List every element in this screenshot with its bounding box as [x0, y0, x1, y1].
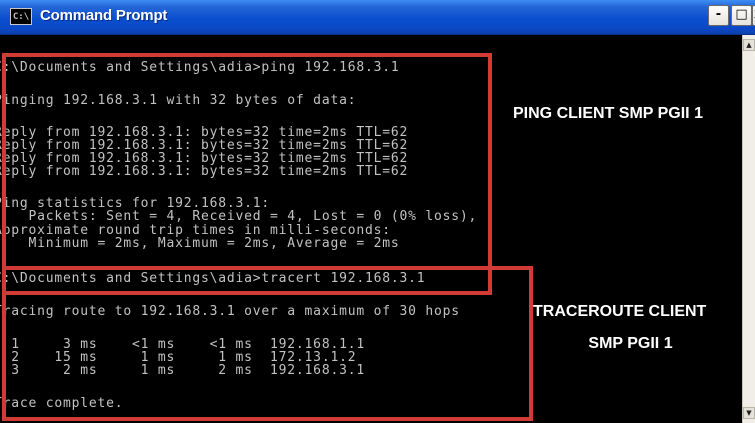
scroll-down-arrow-icon[interactable]: ▼ [743, 407, 755, 419]
ping-client-label: PING CLIENT SMP PGII 1 [513, 105, 703, 122]
console-app-icon[interactable]: C:\ [10, 8, 32, 25]
traceroute-client-label: TRACEROUTE CLIENT [533, 303, 707, 320]
command-prompt-window: C:\ Command Prompt - □ x C:\Documents an… [0, 0, 755, 423]
title-bar[interactable]: C:\ Command Prompt - □ x [0, 0, 755, 35]
minimize-button[interactable]: - [708, 5, 729, 26]
traceroute-client-sublabel: SMP PGII 1 [588, 335, 673, 352]
console-output[interactable]: C:\Documents and Settings\adia>ping 192.… [0, 35, 742, 423]
scroll-up-arrow-icon[interactable]: ▲ [743, 39, 755, 51]
maximize-button[interactable]: □ [731, 5, 752, 26]
traceroute-highlight-box [2, 266, 533, 421]
ping-highlight-box [2, 53, 492, 295]
window-title: Command Prompt [40, 7, 168, 24]
vertical-scrollbar[interactable]: ▲ ▼ [742, 35, 755, 423]
